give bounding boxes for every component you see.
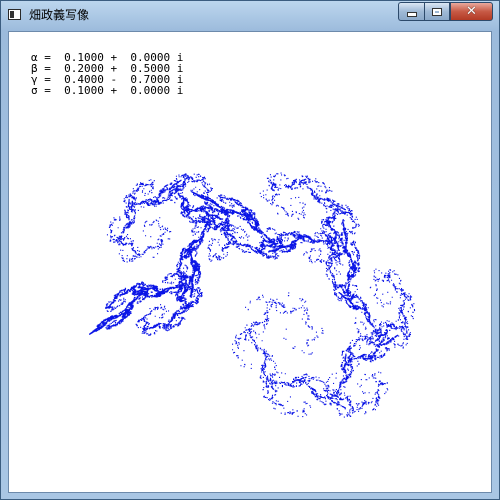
minimize-button[interactable] xyxy=(398,2,424,21)
maximize-icon xyxy=(432,7,442,16)
fractal-points xyxy=(89,172,416,418)
app-window-icon[interactable] xyxy=(8,9,21,20)
takagi-hata-fractal xyxy=(89,172,416,418)
drawing-area: α = 0.1000 + 0.0000 iβ = 0.2000 + 0.5000… xyxy=(8,31,492,493)
close-icon: ✕ xyxy=(466,4,477,19)
close-button[interactable]: ✕ xyxy=(450,2,493,21)
maximize-button[interactable] xyxy=(424,2,450,21)
minimize-icon xyxy=(406,12,417,17)
app-window: 畑政義写像 ✕ α = 0.1000 + 0.0000 iβ = 0.2000 … xyxy=(0,0,500,500)
window-title: 畑政義写像 xyxy=(29,8,90,22)
title-bar[interactable]: 畑政義写像 ✕ xyxy=(1,1,499,31)
window-controls: ✕ xyxy=(398,2,493,21)
